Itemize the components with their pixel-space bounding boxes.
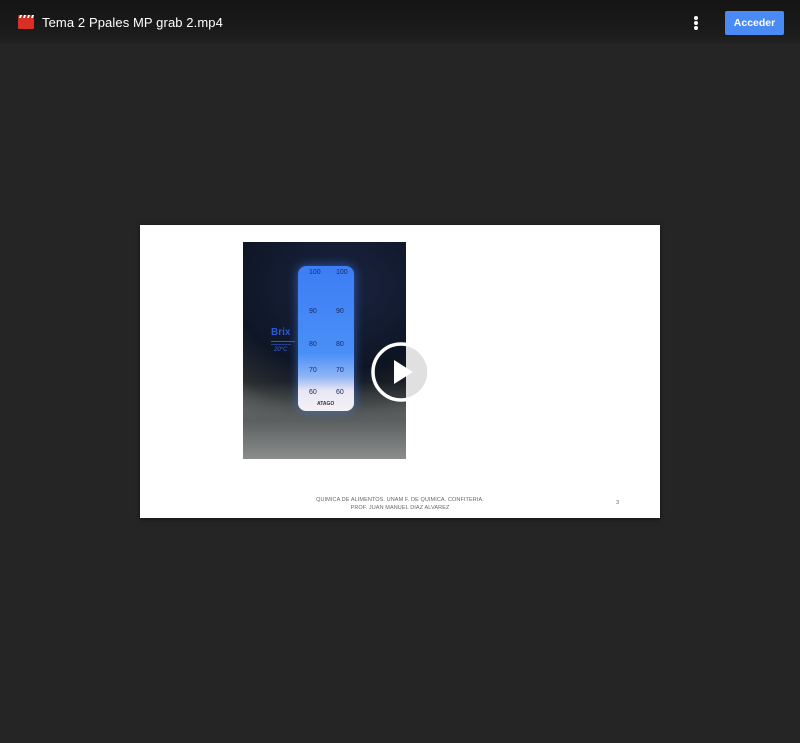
scale-tick-right: 70: [336, 367, 344, 374]
scale-tick-right: 90: [336, 308, 344, 315]
file-title: Tema 2 Ppales MP grab 2.mp4: [42, 15, 223, 30]
temperature-label: 20°C: [274, 347, 288, 353]
scale-tick-left: 80: [309, 341, 317, 348]
video-preview-slide[interactable]: Brix 20°C 100 100 90 90 80 80 70 70 60 6…: [140, 225, 660, 518]
slide-footer: QUIMICA DE ALIMENTOS. UNAM F. DE QUIMICA…: [290, 496, 510, 512]
scale-tick-right: 80: [336, 341, 344, 348]
scale-tick-left: 70: [309, 367, 317, 374]
brix-logo: Brix 20°C: [268, 327, 298, 363]
brix-label: Brix: [271, 327, 291, 338]
scale-tick-left: 60: [309, 389, 317, 396]
scale-tick-right: 100: [336, 269, 348, 276]
scale-tick-right: 60: [336, 389, 344, 396]
scale-tick-left: 90: [309, 308, 317, 315]
slide-footer-line: PROF. JUAN MANUEL DIAZ ALVAREZ: [350, 505, 450, 511]
sign-in-button[interactable]: Acceder: [725, 11, 784, 35]
video-file-icon: [18, 15, 34, 29]
more-vertical-icon: [694, 16, 698, 20]
brand-label: ATAGO: [317, 401, 335, 407]
more-options-button[interactable]: [686, 12, 706, 34]
brix-divider: [271, 341, 295, 342]
play-circle-icon[interactable]: [370, 341, 432, 403]
refractometer-scale: 100 100 90 90 80 80 70 70 60 60 ATAGO: [298, 266, 354, 411]
slide-footer-line: QUIMICA DE ALIMENTOS. UNAM F. DE QUIMICA…: [316, 497, 484, 503]
viewer-header: Tema 2 Ppales MP grab 2.mp4 Acceder: [0, 0, 800, 44]
more-vertical-icon-dot: [694, 26, 698, 30]
slide-page-number: 3: [616, 500, 620, 506]
more-vertical-icon-dot: [694, 21, 698, 25]
brix-divider: [271, 344, 291, 345]
scale-tick-left: 100: [309, 269, 321, 276]
